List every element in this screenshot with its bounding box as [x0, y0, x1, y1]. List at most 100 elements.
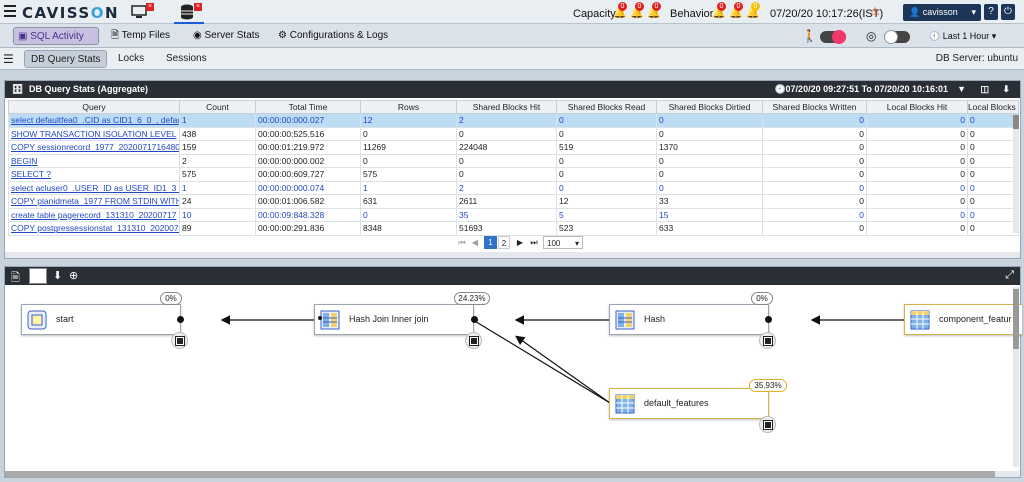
query-cell[interactable]: create table pagerecord_131310_20200717: [8, 207, 180, 222]
column-header[interactable]: Count: [179, 100, 256, 114]
filter-menu-icon[interactable]: ☰: [3, 52, 14, 66]
query-cell[interactable]: SELECT ?: [8, 167, 180, 182]
last-page-icon[interactable]: ⏭: [529, 236, 539, 249]
capacity-bell-icon[interactable]: 🔔 0: [613, 2, 627, 19]
capacity-bell-icon[interactable]: 🔔 0: [647, 2, 661, 19]
query-cell[interactable]: COPY postgressessionstat_131310_2020071: [8, 221, 180, 236]
table-cell: 15: [656, 207, 763, 222]
table-row[interactable]: SHOW TRANSACTION ISOLATION LEVEL 438 00:00…: [8, 126, 1019, 141]
download-circle-icon[interactable]: ⊕: [69, 269, 78, 282]
plan-node-start[interactable]: start: [21, 304, 181, 335]
close-tab-icon[interactable]: ×: [146, 3, 154, 11]
query-cell[interactable]: COPY sessionrecord_1977_20200717164807: [8, 140, 180, 155]
time-range-selector[interactable]: 🕘 Last 1 Hour ▾: [925, 27, 1000, 45]
database-icon: 🗄: [12, 84, 24, 94]
chevron-down-icon: ▾: [574, 239, 579, 248]
plan-node-hash[interactable]: Hash: [609, 304, 769, 335]
query-cell[interactable]: BEGIN: [8, 153, 180, 168]
column-header[interactable]: Shared Blocks Hit: [456, 100, 557, 114]
table-cell: 0: [762, 221, 867, 236]
temp-files-tab[interactable]: 🗎 Temp Files: [107, 27, 174, 45]
table-cell: 438: [179, 126, 256, 141]
table-row[interactable]: BEGIN 2 00:00:00:000.002 0 0 0 0 0 0 0: [8, 153, 1019, 168]
table-cell: 0: [656, 153, 763, 168]
help-icon[interactable]: ?: [984, 4, 998, 20]
plan-node-hash-join[interactable]: Hash Join Inner join: [314, 304, 474, 335]
tab-sessions[interactable]: Sessions: [160, 50, 213, 68]
table-row[interactable]: select defaultfea0_.CID as CID1_6_0_, de…: [8, 113, 1019, 128]
column-header[interactable]: Rows: [360, 100, 457, 114]
query-cell[interactable]: select acluser0_.USER_ID as USER_ID1_3_0…: [8, 180, 180, 195]
chevron-down-icon: ▾: [991, 31, 997, 41]
next-page-icon[interactable]: ▶: [515, 236, 525, 249]
column-header[interactable]: Query: [8, 100, 180, 114]
page-1-button[interactable]: 1: [484, 236, 497, 249]
plan-node-default-features[interactable]: default_features: [609, 388, 769, 419]
live-toggle[interactable]: [820, 30, 846, 44]
column-header[interactable]: Shared Blocks Read: [556, 100, 657, 114]
view-toggle[interactable]: [884, 30, 910, 44]
behavior-bell-icon[interactable]: 🔔 0: [746, 2, 760, 19]
server-stats-tab[interactable]: ◉ Server Stats: [189, 27, 264, 45]
download-icon[interactable]: ⬇: [53, 269, 62, 282]
query-cell[interactable]: select defaultfea0_.CID as CID1_6_0_, de…: [8, 113, 180, 128]
table-row[interactable]: create table pagerecord_131310_20200717 1…: [8, 207, 1019, 222]
table-row[interactable]: select acluser0_.USER_ID as USER_ID1_3_0…: [8, 180, 1019, 195]
table-row[interactable]: COPY planidmeta_1977 FROM STDIN WITH D 24…: [8, 194, 1019, 209]
table-scrollbar[interactable]: [1013, 115, 1019, 233]
table-row[interactable]: SELECT ? 575 00:00:00:609.727 575 0 0 0 0 0 0: [8, 167, 1019, 182]
tab-db-query-stats[interactable]: DB Query Stats: [24, 50, 108, 68]
table-cell: 0: [762, 167, 867, 182]
user-menu-button[interactable]: 👤 cavisson ▾: [903, 4, 981, 21]
tab-locks[interactable]: Locks: [112, 50, 150, 68]
behavior-bell-icon[interactable]: 🔔 0: [729, 2, 743, 19]
capacity-bell-icon[interactable]: 🔔 0: [630, 2, 644, 19]
column-header[interactable]: Shared Blocks Written: [762, 100, 867, 114]
node-stats-icon[interactable]: [759, 416, 776, 433]
query-cell[interactable]: COPY planidmeta_1977 FROM STDIN WITH D: [8, 194, 180, 209]
node-stats-icon[interactable]: [171, 332, 188, 349]
tree-view-icon[interactable]: [29, 268, 47, 284]
close-tab-icon[interactable]: ×: [194, 3, 202, 11]
main-toolbar: ▣ SQL Activity 🗎 Temp Files ◉ Server Sta…: [0, 24, 1024, 48]
page-2-button[interactable]: 2: [498, 236, 510, 249]
user-icon: 👤: [909, 7, 921, 17]
filter-icon[interactable]: ▼: [957, 81, 966, 98]
monitor-tab-icon[interactable]: ×: [130, 3, 154, 21]
column-header[interactable]: Local Blocks Hit: [866, 100, 968, 114]
node-port: [471, 316, 478, 323]
sql-activity-tab[interactable]: ▣ SQL Activity: [13, 27, 99, 45]
first-page-icon[interactable]: ⏮: [457, 236, 467, 249]
plan-vertical-scrollbar[interactable]: [1013, 287, 1019, 467]
plan-node-component-features[interactable]: component_featur: [904, 304, 1022, 335]
configurations-logs-label: Configurations & Logs: [289, 30, 389, 41]
table-cell: 631: [360, 194, 457, 209]
column-header[interactable]: Shared Blocks Dirtied: [656, 100, 763, 114]
expand-icon[interactable]: ⤢: [1005, 269, 1014, 282]
node-stats-icon[interactable]: [759, 332, 776, 349]
columns-icon[interactable]: ◫: [980, 81, 989, 98]
power-icon[interactable]: ⏻: [1001, 4, 1015, 20]
time-range-text: 07/20/20 09:27:51 To 07/20/20 10:16:01: [785, 84, 948, 94]
hamburger-menu-icon[interactable]: [4, 5, 16, 17]
table-row[interactable]: COPY postgressessionstat_131310_2020071 8…: [8, 221, 1019, 236]
plan-horizontal-scrollbar[interactable]: [5, 471, 1020, 477]
database-tab-icon[interactable]: ×: [174, 3, 204, 24]
query-cell[interactable]: SHOW TRANSACTION ISOLATION LEVEL: [8, 126, 180, 141]
prev-page-icon[interactable]: ◀: [470, 236, 480, 249]
horizontal-scrollbar[interactable]: [5, 252, 1020, 258]
table-cell: 1370: [656, 140, 763, 155]
column-header[interactable]: Local Blocks Read: [967, 100, 1019, 114]
alarm-icon[interactable]: ⚠: [870, 5, 880, 18]
table-row[interactable]: COPY sessionrecord_1977_20200717164807 15…: [8, 140, 1019, 155]
behavior-bell-icon[interactable]: 🔔 0: [712, 2, 726, 19]
node-stats-icon[interactable]: [465, 332, 482, 349]
column-header[interactable]: Total Time: [255, 100, 361, 114]
gear-icon: ⚙: [278, 30, 287, 41]
configurations-logs-tab[interactable]: ⚙ Configurations & Logs: [274, 27, 392, 45]
page-size-select[interactable]: 100 ▾: [543, 236, 583, 249]
table-cell: 35: [456, 207, 557, 222]
table-cell: 00:00:00:000.074: [255, 180, 361, 195]
table-cell: 0: [866, 153, 968, 168]
download-icon[interactable]: ⬇: [1002, 81, 1010, 98]
